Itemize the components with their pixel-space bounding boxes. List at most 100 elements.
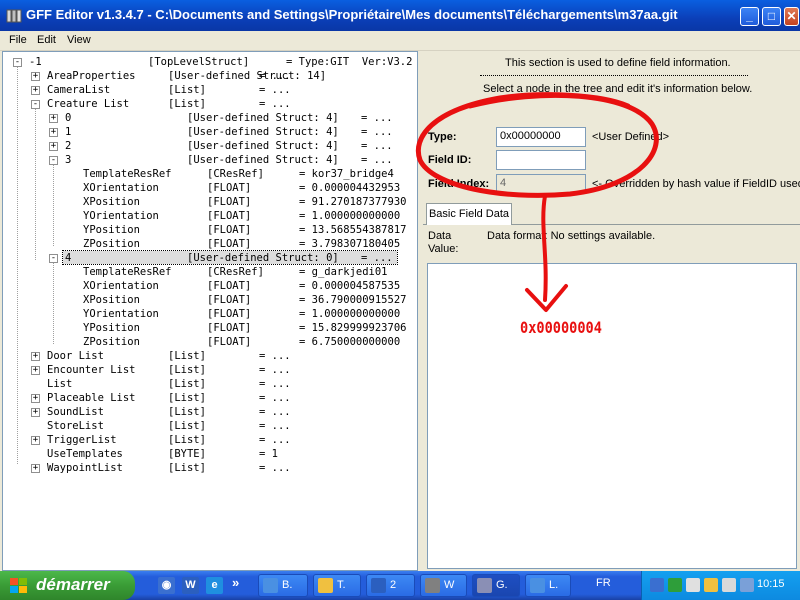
data-format-text: Data format: No settings available.	[487, 230, 656, 242]
tree-node[interactable]: StoreList [List] = ...	[3, 419, 417, 433]
tree-node-type: [FLOAT]	[207, 280, 252, 292]
tree-node-value: = 1.000000000000	[299, 308, 401, 320]
tree-node-type: [CResRef]	[207, 266, 264, 278]
tree-node-name: ZPosition	[83, 238, 140, 250]
taskbar-button[interactable]: L.	[525, 574, 571, 597]
tree-node[interactable]: UseTemplates [BYTE] = 1	[3, 447, 417, 461]
tree-node[interactable]: -4 [User-defined Struct: 0] = ...	[3, 250, 417, 265]
tree-node-name: ZPosition	[83, 336, 140, 348]
collapse-icon[interactable]: -	[13, 58, 22, 67]
expand-icon[interactable]: +	[31, 366, 40, 375]
tree-node[interactable]: XPosition [FLOAT] = 36.790000915527	[3, 293, 417, 307]
tree-node[interactable]: TemplateResRef [CResRef] = kor37_bridge4	[3, 167, 417, 181]
tree-node-name: TriggerList	[47, 434, 117, 446]
tree-node-name: TemplateResRef	[83, 266, 172, 278]
tree-node[interactable]: + TriggerList [List] = ...	[3, 433, 417, 447]
tree-node[interactable]: YOrientation [FLOAT] = 1.000000000000	[3, 307, 417, 321]
quick-launch-overflow[interactable]: »	[232, 575, 239, 590]
expand-icon[interactable]: +	[31, 352, 40, 361]
title-bar[interactable]: GFF Editor v1.3.4.7 - C:\Documents and S…	[0, 0, 800, 31]
tree-node[interactable]: - Creature List [List] = ...	[3, 97, 417, 111]
quick-launch-icon[interactable]: e	[206, 577, 223, 594]
tree-node[interactable]: +0 [User-defined Struct: 4] = ...	[3, 111, 417, 125]
tree-node-type: [BYTE]	[168, 448, 206, 460]
tree-node-type: [List]	[168, 420, 206, 432]
quick-launch-icon[interactable]: W	[182, 577, 199, 594]
expand-icon[interactable]: +	[31, 464, 40, 473]
collapse-icon[interactable]: -	[49, 156, 58, 165]
tree-node[interactable]: YOrientation [FLOAT] = 1.000000000000	[3, 209, 417, 223]
tray-icon-6[interactable]	[740, 578, 754, 592]
tray-icon-4[interactable]	[704, 578, 718, 592]
tray-icon-5[interactable]	[722, 578, 736, 592]
tray-icon-3[interactable]	[686, 578, 700, 592]
tree-node[interactable]: XPosition [FLOAT] = 91.270187377930	[3, 195, 417, 209]
taskbar-button[interactable]: T.	[313, 574, 361, 597]
tree-node[interactable]: +2 [User-defined Struct: 4] = ...	[3, 139, 417, 153]
tree-node[interactable]: + Encounter List [List] = ...	[3, 363, 417, 377]
tree-node[interactable]: + CameraList [List] = ...	[3, 83, 417, 97]
value-label: Value:	[428, 243, 459, 255]
tree-node[interactable]: XOrientation [FLOAT] = 0.000004432953	[3, 181, 417, 195]
tray-icon-2[interactable]	[668, 578, 682, 592]
tree-node-type: [FLOAT]	[207, 294, 252, 306]
gff-tree-view[interactable]: - -1 [TopLevelStruct] = Type:GIT Ver:V3.2 + A…	[2, 51, 418, 571]
expand-icon[interactable]: +	[31, 394, 40, 403]
tree-node-name: Placeable List	[47, 392, 136, 404]
tree-node-name: List	[47, 378, 73, 390]
taskbar-button[interactable]: 2	[366, 574, 415, 597]
tree-node[interactable]: List [List] = ...	[3, 377, 417, 391]
tree-node[interactable]: XOrientation [FLOAT] = 0.000004587535	[3, 279, 417, 293]
tree-node-name: SoundList	[47, 406, 104, 418]
tree-node[interactable]: + AreaProperties [User-defined Struct: 14]…	[3, 69, 417, 83]
tree-node[interactable]: ZPosition [FLOAT] = 3.798307180405	[3, 237, 417, 251]
taskbar-button[interactable]: W	[420, 574, 467, 597]
tree-node-name: 1	[65, 126, 72, 138]
start-button[interactable]: démarrer	[0, 571, 135, 600]
annotation-text: 0x00000004	[520, 318, 602, 337]
menu-edit[interactable]: Edit	[37, 34, 56, 46]
tree-node[interactable]: YPosition [FLOAT] = 13.568554387817	[3, 223, 417, 237]
taskbar-button[interactable]: G.	[472, 574, 520, 597]
taskbar-button[interactable]: B.	[258, 574, 308, 597]
tree-node[interactable]: - -1 [TopLevelStruct] = Type:GIT Ver:V3.2	[3, 55, 417, 69]
tree-node[interactable]: + SoundList [List] = ...	[3, 405, 417, 419]
tree-node-type: [FLOAT]	[207, 308, 252, 320]
tree-node[interactable]: + WaypointList [List] = ...	[3, 461, 417, 475]
expand-icon[interactable]: +	[31, 72, 40, 81]
expand-icon[interactable]: +	[49, 128, 58, 137]
tree-node[interactable]: +1 [User-defined Struct: 4] = ...	[3, 125, 417, 139]
close-button[interactable]: ✕	[784, 7, 799, 26]
collapse-icon[interactable]: -	[31, 100, 40, 109]
language-indicator[interactable]: FR	[596, 577, 611, 589]
field-index-label: Field Index:	[428, 178, 490, 190]
expand-icon[interactable]: +	[31, 408, 40, 417]
maximize-button[interactable]: □	[762, 7, 781, 26]
tree-node[interactable]: + Placeable List [List] = ...	[3, 391, 417, 405]
tree-node-name: YPosition	[83, 322, 140, 334]
expand-icon[interactable]: +	[49, 114, 58, 123]
tree-node[interactable]: YPosition [FLOAT] = 15.829999923706	[3, 321, 417, 335]
collapse-icon[interactable]: -	[49, 254, 58, 263]
menu-file[interactable]: File	[9, 34, 27, 46]
tree-node-name: UseTemplates	[47, 448, 123, 460]
type-input[interactable]: 0x00000000	[496, 127, 586, 147]
expand-icon[interactable]: +	[31, 86, 40, 95]
tree-node-value: = 91.270187377930	[299, 196, 407, 208]
tab-basic-field-data[interactable]: Basic Field Data	[426, 203, 512, 225]
tree-node[interactable]: TemplateResRef [CResRef] = g_darkjedi01	[3, 265, 417, 279]
expand-icon[interactable]: +	[31, 436, 40, 445]
expand-icon[interactable]: +	[49, 142, 58, 151]
tray-icon-1[interactable]	[650, 578, 664, 592]
tree-node[interactable]: ZPosition [FLOAT] = 6.750000000000	[3, 335, 417, 349]
tree-node-name: 0	[65, 112, 72, 124]
tree-node[interactable]: -3 [User-defined Struct: 4] = ...	[3, 153, 417, 167]
tree-node[interactable]: + Door List [List] = ...	[3, 349, 417, 363]
quick-launch-icon[interactable]: ◉	[158, 577, 175, 594]
minimize-button[interactable]: _	[740, 7, 759, 26]
windows-logo-icon	[10, 578, 27, 593]
menu-view[interactable]: View	[67, 34, 91, 46]
data-value-area[interactable]	[427, 263, 797, 569]
tree-node-type: [FLOAT]	[207, 224, 252, 236]
field-id-input[interactable]	[496, 150, 586, 170]
